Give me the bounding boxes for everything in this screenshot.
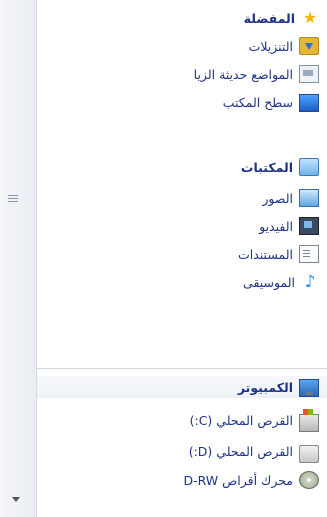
videos-icon xyxy=(299,217,319,235)
nav-item-downloads[interactable]: التنزيلات xyxy=(249,35,319,57)
nav-item-label: المستندات xyxy=(237,246,293,262)
nav-item-label: الفيديو xyxy=(259,218,293,234)
documents-icon xyxy=(299,245,319,263)
nav-item-label: المواضع حديثة الزيا xyxy=(193,66,293,82)
nav-item-label: الصور xyxy=(262,190,293,206)
nav-computer-header[interactable]: الكمبيوتر xyxy=(37,376,327,398)
nav-item-music[interactable]: ♪ الموسيقى xyxy=(243,271,319,293)
nav-item-label: محرك أقراص D-RW xyxy=(183,472,293,488)
libraries-icon xyxy=(299,158,319,176)
pane-splitter[interactable] xyxy=(0,0,37,517)
scroll-down-arrow-icon[interactable] xyxy=(12,497,20,502)
local-disk-d-icon xyxy=(299,445,319,463)
desktop-icon xyxy=(299,94,319,112)
computer-icon xyxy=(299,378,319,397)
nav-item-label: التنزيلات xyxy=(248,38,293,54)
section-divider xyxy=(36,368,327,369)
local-disk-c-icon xyxy=(299,408,319,432)
nav-libraries-label: المكتبات xyxy=(240,159,293,175)
dvd-drive-icon xyxy=(299,471,319,489)
nav-item-desktop[interactable]: سطح المكتب xyxy=(223,91,319,113)
nav-item-local-disk-d[interactable]: القرص المحلي (D:) xyxy=(188,440,319,463)
nav-item-videos[interactable]: الفيديو xyxy=(259,215,319,237)
nav-item-label: القرص المحلي (D:) xyxy=(188,443,293,459)
nav-favorites-label: المفضلة xyxy=(243,10,295,26)
nav-item-dvd-drive[interactable]: محرك أقراص D-RW xyxy=(183,469,319,491)
navigation-pane: ★ المفضلة التنزيلات المواضع حديثة الزيا … xyxy=(0,0,327,517)
nav-item-pictures[interactable]: الصور xyxy=(262,187,319,209)
nav-favorites-header[interactable]: ★ المفضلة xyxy=(244,7,319,29)
nav-item-documents[interactable]: المستندات xyxy=(238,243,319,265)
nav-item-label: القرص المحلي (C:) xyxy=(189,412,293,428)
nav-item-label: الموسيقى xyxy=(243,274,295,290)
downloads-folder-icon xyxy=(299,37,319,55)
nav-item-recent-places[interactable]: المواضع حديثة الزيا xyxy=(194,63,319,85)
splitter-grip-icon[interactable] xyxy=(8,195,18,205)
nav-item-local-disk-c[interactable]: القرص المحلي (C:) xyxy=(189,408,319,432)
music-icon: ♪ xyxy=(304,272,316,292)
recent-places-icon xyxy=(299,65,319,83)
nav-computer-label: الكمبيوتر xyxy=(237,379,293,395)
nav-libraries-header[interactable]: المكتبات xyxy=(241,156,319,178)
star-icon: ★ xyxy=(302,8,318,27)
pictures-icon xyxy=(299,189,319,207)
nav-item-label: سطح المكتب xyxy=(222,94,293,110)
